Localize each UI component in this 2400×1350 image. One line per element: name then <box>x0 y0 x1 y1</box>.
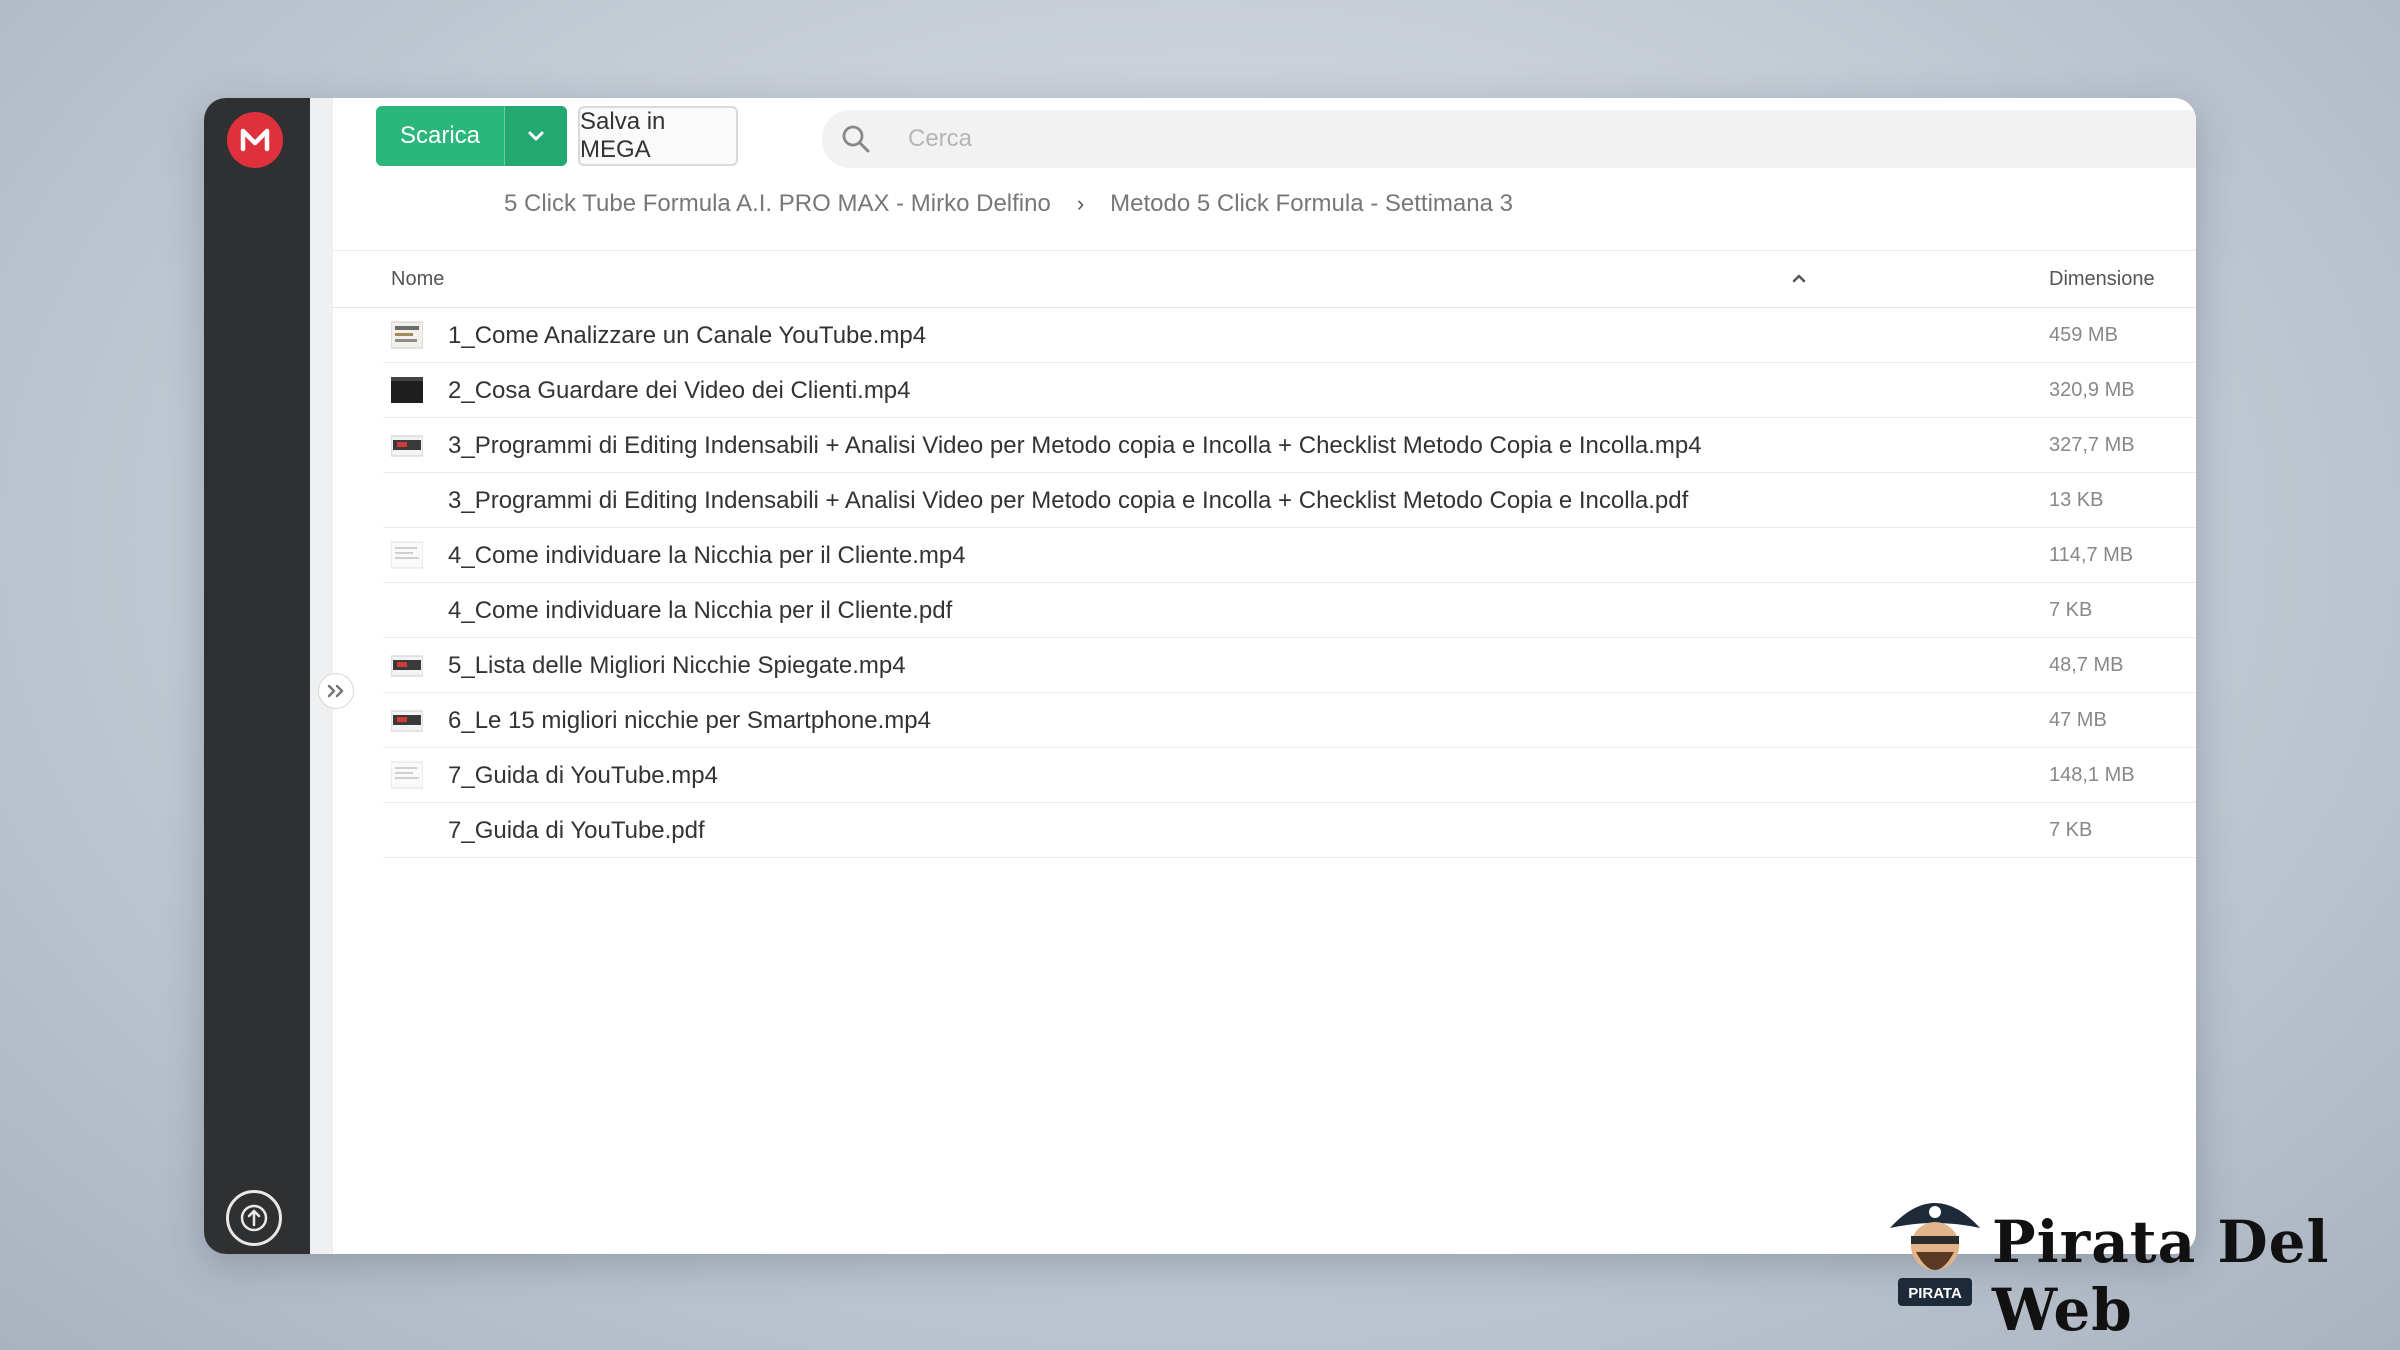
transfer-status-icon[interactable] <box>226 1190 282 1246</box>
video-thumbnail-icon <box>390 320 424 350</box>
table-row[interactable]: 7_Guida di YouTube.pdf7 KBDocumento PDF <box>383 803 2196 858</box>
file-size: 7 KB <box>2049 599 2093 621</box>
chevron-down-icon[interactable] <box>504 106 568 166</box>
chevron-right-icon: › <box>1076 191 1085 216</box>
file-name[interactable]: 5_Lista delle Migliori Nicchie Spiegate.… <box>448 652 906 680</box>
table-row[interactable]: 6_Le 15 migliori nicchie per Smartphone.… <box>383 693 2196 748</box>
file-size: 13 KB <box>2049 489 2104 511</box>
file-name[interactable]: 4_Come individuare la Nicchia per il Cli… <box>448 597 952 625</box>
file-name[interactable]: 3_Programmi di Editing Indensabili + Ana… <box>448 432 1702 460</box>
brand-name: Pirata Del Web <box>1992 1208 2330 1344</box>
table-row[interactable]: 7_Guida di YouTube.mp4148,1 MBVideo MPEG… <box>383 748 2196 803</box>
file-name[interactable]: 4_Come individuare la Nicchia per il Cli… <box>448 542 966 570</box>
table-row[interactable]: 1_Come Analizzare un Canale YouTube.mp4 4… <box>383 308 2196 363</box>
file-list: 1_Come Analizzare un Canale YouTube.mp4 4… <box>333 308 2196 858</box>
file-name[interactable]: 3_Programmi di Editing Indensabili + Ana… <box>448 487 1688 515</box>
file-name[interactable]: 7_Guida di YouTube.mp4 <box>448 762 718 790</box>
file-name[interactable]: 7_Guida di YouTube.pdf <box>448 817 705 845</box>
sort-ascending-icon[interactable] <box>1791 267 1807 290</box>
mega-logo-icon[interactable] <box>227 112 283 168</box>
table-row[interactable]: 4_Come individuare la Nicchia per il Cli… <box>383 583 2196 638</box>
search-bar[interactable] <box>822 110 2196 168</box>
video-thumbnail-icon <box>390 705 424 735</box>
file-name[interactable]: 2_Cosa Guardare dei Video dei Clienti.mp… <box>448 377 911 405</box>
file-size: 48,7 MB <box>2049 654 2124 676</box>
file-name[interactable]: 6_Le 15 migliori nicchie per Smartphone.… <box>448 707 931 735</box>
file-size: 459 MB <box>2049 324 2118 346</box>
download-button[interactable]: Scarica <box>376 106 568 166</box>
pirata-del-web-watermark: PIRATA Pirata Del Web <box>1880 1188 2340 1344</box>
mega-window: Scarica Salva in MEGA 5 Click Tube Formu… <box>204 98 2196 1254</box>
file-size: 320,9 MB <box>2049 379 2135 401</box>
save-to-mega-button[interactable]: Salva in MEGA <box>578 106 738 166</box>
pdf-file-icon <box>391 485 423 515</box>
file-name[interactable]: 1_Come Analizzare un Canale YouTube.mp4 <box>448 322 926 350</box>
video-thumbnail-icon <box>390 430 424 460</box>
breadcrumb-item-course[interactable]: 5 Click Tube Formula A.I. PRO MAX - Mirk… <box>504 190 1051 218</box>
file-size: 327,7 MB <box>2049 434 2135 456</box>
column-header-name[interactable]: Nome <box>391 268 444 291</box>
file-size: 7 KB <box>2049 819 2093 841</box>
table-row[interactable]: 4_Come individuare la Nicchia per il Cli… <box>383 528 2196 583</box>
video-thumbnail-icon <box>390 760 424 790</box>
column-header-size[interactable]: Dimensione <box>2049 268 2155 291</box>
file-size: 114,7 MB <box>2049 544 2134 566</box>
video-thumbnail-icon <box>390 650 424 680</box>
toolbar: Scarica Salva in MEGA <box>376 106 2196 170</box>
table-row[interactable]: 3_Programmi di Editing Indensabili + Ana… <box>383 418 2196 473</box>
download-button-label[interactable]: Scarica <box>376 106 504 166</box>
pdf-file-icon <box>391 595 423 625</box>
table-header: Nome Dimensione Tipo <box>333 250 2196 308</box>
search-icon[interactable] <box>836 119 876 159</box>
search-input[interactable] <box>906 124 1510 154</box>
video-thumbnail-icon <box>391 375 423 405</box>
table-row[interactable]: 2_Cosa Guardare dei Video dei Clienti.mp… <box>383 363 2196 418</box>
table-row[interactable]: 3_Programmi di Editing Indensabili + Ana… <box>383 473 2196 528</box>
file-table: Nome Dimensione Tipo 1_Come Analizzare u… <box>333 250 2196 858</box>
breadcrumb-item-folder[interactable]: Metodo 5 Click Formula - Settimana 3 <box>1110 190 1513 218</box>
file-size: 148,1 MB <box>2049 764 2135 786</box>
pdf-file-icon <box>391 815 423 845</box>
table-row[interactable]: 5_Lista delle Migliori Nicchie Spiegate.… <box>383 638 2196 693</box>
breadcrumb: 5 Click Tube Formula A.I. PRO MAX - Mirk… <box>504 190 1513 218</box>
pirate-mascot-icon: PIRATA <box>1890 1203 1980 1306</box>
brand-badge-text: PIRATA <box>1908 1285 1962 1302</box>
video-thumbnail-icon <box>390 540 424 570</box>
left-rail <box>204 98 310 1254</box>
file-size: 47 MB <box>2049 709 2107 731</box>
